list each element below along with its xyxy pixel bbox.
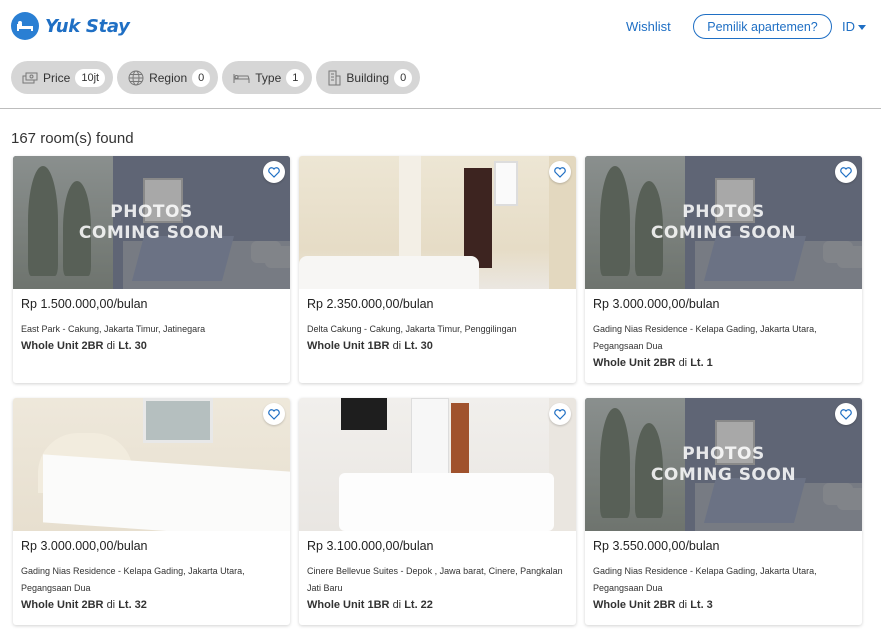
listing-price: Rp 1.500.000,00/bulan <box>21 297 148 311</box>
filter-bar: Price 10jt Region 0 Type 1 Building 0 <box>11 61 421 94</box>
listing-unit: Whole Unit 1BR di Lt. 30 <box>307 340 433 352</box>
listing-photo[interactable] <box>299 156 576 289</box>
filter-region-label: Region <box>149 70 188 85</box>
filter-building-label: Building <box>346 70 390 85</box>
listing-card[interactable]: PHOTOS COMING SOON Rp 3.000.000,00/bulan… <box>585 156 862 383</box>
listing-photo[interactable]: PHOTOS COMING SOON <box>13 156 290 289</box>
filter-price-label: Price <box>43 70 71 85</box>
logo-text: Yuk Stay <box>45 15 130 37</box>
wishlist-heart-button[interactable] <box>263 403 285 425</box>
listing-location: Gading Nias Residence - Kelapa Gading, J… <box>593 566 817 593</box>
language-label: ID <box>842 19 855 34</box>
filter-building-value: 0 <box>394 68 413 87</box>
wishlist-heart-button[interactable] <box>263 161 285 183</box>
filter-price[interactable]: Price 10jt <box>11 61 114 94</box>
listing-price: Rp 2.350.000,00/bulan <box>307 297 434 311</box>
results-count: 167 room(s) found <box>11 130 134 147</box>
filter-type-label: Type <box>255 70 282 85</box>
listing-location: Gading Nias Residence - Kelapa Gading, J… <box>593 324 817 351</box>
wishlist-heart-button[interactable] <box>549 403 571 425</box>
money-icon <box>22 71 38 85</box>
listing-card[interactable]: Rp 3.100.000,00/bulan Cinere Bellevue Su… <box>299 398 576 625</box>
top-bar: Yuk Stay Wishlist Pemilik apartemen? ID <box>0 0 881 55</box>
listing-unit: Whole Unit 2BR di Lt. 30 <box>21 340 147 352</box>
language-selector[interactable]: ID <box>842 19 866 34</box>
heart-icon <box>268 408 280 420</box>
heart-icon <box>554 166 566 178</box>
wishlist-heart-button[interactable] <box>835 161 857 183</box>
listing-unit: Whole Unit 2BR di Lt. 32 <box>21 599 147 611</box>
heart-icon <box>554 408 566 420</box>
listing-location: Cinere Bellevue Suites - Depok , Jawa ba… <box>307 566 563 593</box>
photo-placeholder-text: PHOTOS COMING SOON <box>78 202 225 243</box>
filter-price-value: 10jt <box>75 68 106 87</box>
heart-icon <box>268 166 280 178</box>
listing-price: Rp 3.000.000,00/bulan <box>593 297 720 311</box>
filter-type-value: 1 <box>286 68 305 87</box>
owner-button[interactable]: Pemilik apartemen? <box>693 14 832 39</box>
globe-icon <box>128 70 144 86</box>
divider <box>0 108 881 109</box>
listing-unit: Whole Unit 2BR di Lt. 1 <box>593 357 713 369</box>
wishlist-link[interactable]: Wishlist <box>626 19 671 34</box>
listing-photo[interactable] <box>299 398 576 531</box>
filter-region[interactable]: Region 0 <box>117 61 219 94</box>
listing-location: Delta Cakung - Cakung, Jakarta Timur, Pe… <box>307 324 517 334</box>
wishlist-heart-button[interactable] <box>835 403 857 425</box>
listing-location: East Park - Cakung, Jakarta Timur, Jatin… <box>21 324 206 334</box>
listing-price: Rp 3.550.000,00/bulan <box>593 539 720 553</box>
listing-card[interactable]: Rp 2.350.000,00/bulan Delta Cakung - Cak… <box>299 156 576 383</box>
logo[interactable]: Yuk Stay <box>11 12 130 40</box>
logo-icon <box>11 12 39 40</box>
filter-building[interactable]: Building 0 <box>316 61 421 94</box>
listing-unit: Whole Unit 2BR di Lt. 3 <box>593 599 713 611</box>
listing-card[interactable]: Rp 3.000.000,00/bulan Gading Nias Reside… <box>13 398 290 625</box>
chevron-down-icon <box>858 25 866 30</box>
filter-region-value: 0 <box>192 68 211 87</box>
listing-photo[interactable] <box>13 398 290 531</box>
wishlist-heart-button[interactable] <box>549 161 571 183</box>
bed-icon <box>233 71 250 85</box>
heart-icon <box>840 166 852 178</box>
photo-placeholder-text: PHOTOS COMING SOON <box>650 202 797 243</box>
filter-type[interactable]: Type 1 <box>222 61 313 94</box>
listing-card[interactable]: PHOTOS COMING SOON Rp 3.550.000,00/bulan… <box>585 398 862 625</box>
listing-card[interactable]: PHOTOS COMING SOON Rp 1.500.000,00/bulan… <box>13 156 290 383</box>
photo-placeholder-text: PHOTOS COMING SOON <box>650 444 797 485</box>
listing-photo[interactable]: PHOTOS COMING SOON <box>585 156 862 289</box>
listing-photo[interactable]: PHOTOS COMING SOON <box>585 398 862 531</box>
building-icon <box>327 70 341 86</box>
listing-location: Gading Nias Residence - Kelapa Gading, J… <box>21 566 245 593</box>
listing-unit: Whole Unit 1BR di Lt. 22 <box>307 599 433 611</box>
heart-icon <box>840 408 852 420</box>
listing-price: Rp 3.100.000,00/bulan <box>307 539 434 553</box>
listing-price: Rp 3.000.000,00/bulan <box>21 539 148 553</box>
